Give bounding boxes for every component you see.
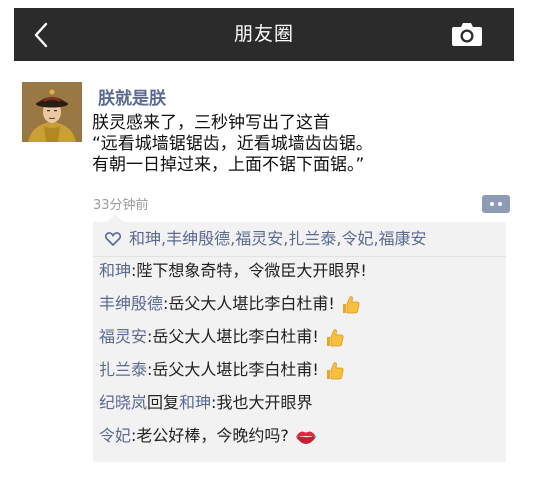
comment-row[interactable]: 令妃:老公好棒，今晚约吗?	[99, 422, 317, 450]
comment-author[interactable]: 扎兰泰	[99, 360, 147, 379]
thumbs-up-icon	[325, 361, 345, 381]
page-title: 朋友圈	[233, 23, 294, 45]
reply-target[interactable]: 和珅	[179, 393, 211, 412]
dot-icon	[490, 202, 494, 206]
interaction-panel: 和珅,丰绅殷德,福灵安,扎兰泰,令妃,福康安 和珅:陛下想象奇特，令微臣大开眼界…	[93, 214, 506, 462]
dot-icon	[498, 202, 502, 206]
like-name[interactable]: 和珅	[129, 229, 161, 248]
reply-word: 回复	[147, 393, 180, 412]
comment-text: :陛下想象奇特，令微臣大开眼界!	[131, 261, 367, 280]
comment-text: :岳父大人堪比李白杜甫!	[147, 327, 319, 346]
camera-icon[interactable]	[451, 21, 483, 47]
comment-text: :岳父大人堪比李白杜甫!	[163, 294, 335, 313]
comment-author[interactable]: 和珅	[99, 261, 131, 280]
comment-author[interactable]: 令妃	[99, 426, 131, 445]
likes-row: 和珅,丰绅殷德,福灵安,扎兰泰,令妃,福康安	[93, 222, 506, 257]
comment-row[interactable]: 和珅:陛下想象奇特，令微臣大开眼界!	[99, 257, 367, 285]
heart-outline-icon	[105, 232, 121, 246]
thumbs-up-icon	[341, 295, 361, 315]
avatar[interactable]	[22, 82, 82, 142]
comment-row[interactable]: 福灵安:岳父大人堪比李白杜甫!	[99, 323, 345, 351]
lips-icon	[295, 429, 317, 445]
comment-author[interactable]: 丰绅殷德	[99, 294, 163, 313]
post-line: 有朝一日掉过来，上面不锯下面锯。”	[92, 155, 365, 175]
like-name[interactable]: 福灵安	[235, 229, 283, 248]
comment-row[interactable]: 扎兰泰:岳父大人堪比李白杜甫!	[99, 356, 345, 384]
likes-names: 和珅,丰绅殷德,福灵安,扎兰泰,令妃,福康安	[129, 222, 427, 256]
comment-author[interactable]: 纪晓岚	[99, 393, 147, 412]
comment-author[interactable]: 福灵安	[99, 327, 147, 346]
comment-row[interactable]: 丰绅殷德:岳父大人堪比李白杜甫!	[99, 290, 361, 318]
post-line: “远看城墙锯锯齿，近看城墙齿齿锯。	[92, 134, 373, 154]
like-name[interactable]: 福康安	[379, 229, 427, 248]
like-name[interactable]: 令妃	[341, 229, 373, 248]
post-line: 朕灵感来了，三秒钟写出了这首	[92, 113, 330, 133]
comment-more-button[interactable]	[482, 195, 510, 213]
like-name[interactable]: 丰绅殷德	[166, 229, 230, 248]
thumbs-up-icon	[325, 328, 345, 348]
comment-row[interactable]: 纪晓岚回复和珅:我也大开眼界	[99, 389, 312, 417]
comment-text: :老公好棒，今晚约吗?	[131, 426, 289, 445]
post-timestamp: 33分钟前	[93, 198, 149, 213]
post-text: 朕灵感来了，三秒钟写出了这首 “远看城墙锯锯齿，近看城墙齿齿锯。 有朝一日掉过来…	[92, 113, 507, 176]
comment-text: :岳父大人堪比李白杜甫!	[147, 360, 319, 379]
nav-bar: 朋友圈	[14, 8, 514, 61]
like-name[interactable]: 扎兰泰	[288, 229, 336, 248]
post-author[interactable]: 朕就是朕	[98, 84, 166, 109]
emperor-portrait-icon	[22, 82, 82, 142]
comment-text: :我也大开眼界	[211, 393, 313, 412]
